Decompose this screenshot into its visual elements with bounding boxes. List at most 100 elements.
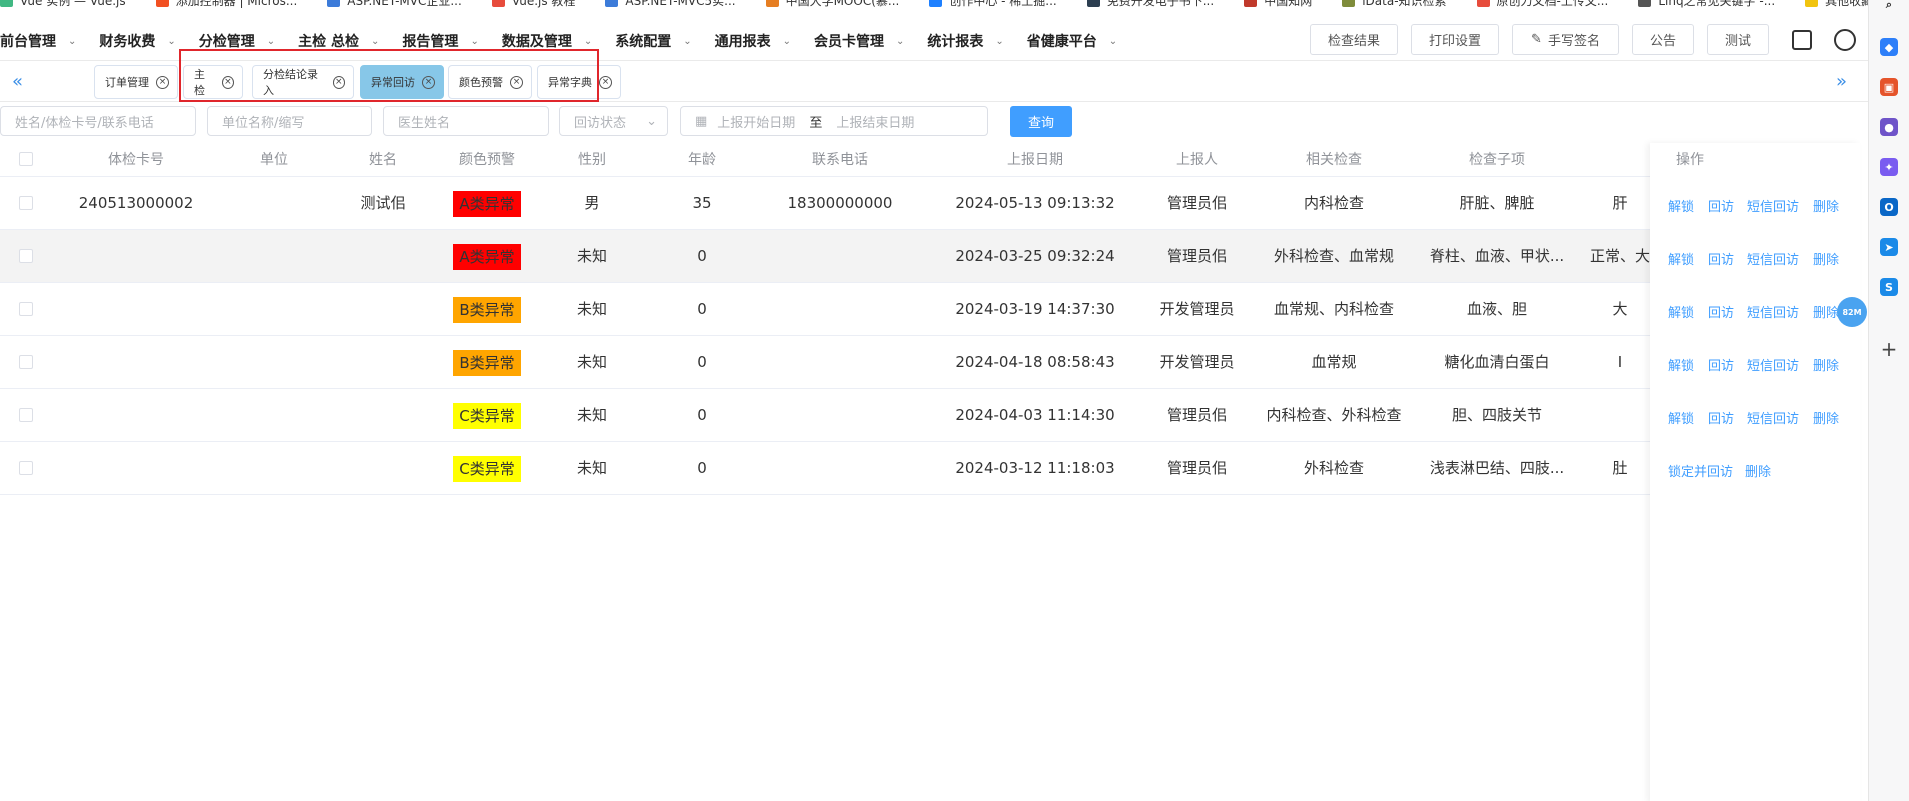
table-row[interactable]: C类异常 未知 0 2024-04-03 11:14:30 管理员佀 内科检查、外科检查 胆… [0,389,1860,442]
bookmark-item[interactable]: 其他收藏夹 [1805,0,1868,9]
notice-button[interactable]: 公告 [1632,24,1694,55]
nav-menu-item[interactable]: 财务收费 ⌄ [99,31,184,51]
column-header[interactable]: 姓名 [338,143,428,177]
column-header[interactable]: 检查子项 [1417,143,1577,177]
bookmark-item[interactable]: ASP.NET-MVC5实... [605,0,736,9]
bookmark-item[interactable]: Vue 实例 — Vue.js [0,0,126,9]
unit-search-input[interactable]: 单位名称/缩写 [207,106,372,136]
row-checkbox[interactable] [19,249,33,263]
bookmark-item[interactable]: ASP.NET-MVC企业... [327,0,462,9]
bookmark-item[interactable]: 中国大学MOOC(慕... [765,0,899,9]
row-checkbox[interactable] [19,302,33,316]
row-action-link[interactable]: 解锁 [1668,249,1694,268]
nav-menu-item[interactable]: 通用报表 ⌄ [715,31,800,51]
user-avatar-icon[interactable] [1834,28,1856,51]
query-button[interactable]: 查询 [1010,106,1072,137]
close-icon[interactable]: × [332,75,345,89]
nav-menu-item[interactable]: 报告管理 ⌄ [402,31,487,51]
test-button[interactable]: 测试 [1707,24,1769,55]
scroll-left-icon[interactable]: « [12,71,23,92]
nav-menu-item[interactable]: 统计报表 ⌄ [927,31,1012,51]
handwritten-signature-button[interactable]: ✎ 手写签名 [1512,24,1619,55]
tab-item[interactable]: 颜色预警 × [448,65,532,99]
row-action-link[interactable]: 删除 [1813,355,1839,374]
row-action-link[interactable]: 解锁 [1668,355,1694,374]
column-header[interactable]: 性别 [557,143,627,177]
bookmark-item[interactable]: 免费开发电子书下... [1086,0,1214,9]
row-action-link[interactable]: 短信回访 [1747,196,1799,215]
column-header[interactable]: 体检卡号 [51,143,221,177]
row-action-link[interactable]: 删除 [1813,408,1839,427]
tab-item[interactable]: 异常回访 × [360,65,444,99]
print-settings-button[interactable]: 打印设置 [1411,24,1499,55]
notification-icon[interactable] [1792,29,1812,50]
toolbox-icon[interactable]: ▣ [1880,78,1898,96]
close-icon[interactable]: × [422,75,435,89]
scroll-right-icon[interactable]: » [1836,71,1847,92]
row-action-link[interactable]: 删除 [1813,249,1839,268]
send-icon[interactable]: ➤ [1880,238,1898,256]
nav-menu-item[interactable]: 会员卡管理 ⌄ [814,31,913,51]
row-checkbox[interactable] [19,408,33,422]
name-search-input[interactable]: 姓名/体检卡号/联系电话 [0,106,196,136]
nav-menu-item[interactable]: 省健康平台 ⌄ [1027,31,1126,51]
close-icon[interactable]: × [599,75,612,89]
bookmark-item[interactable]: 添加控制器 | Micros... [155,0,297,9]
nav-menu-item[interactable]: 前台管理 ⌄ [0,31,85,51]
row-action-link[interactable]: 删除 [1813,196,1839,215]
nav-menu-item[interactable]: 分检管理 ⌄ [199,31,284,51]
nav-menu-item[interactable]: 主检 总检 ⌄ [298,31,388,51]
bookmark-item[interactable]: 原创力文档-上传文... [1476,0,1608,9]
add-icon[interactable]: + [1880,337,1898,361]
row-checkbox[interactable] [19,196,33,210]
close-icon[interactable]: × [156,75,169,89]
row-action-link[interactable]: 解锁 [1668,408,1694,427]
doctor-search-input[interactable]: 医生姓名 [383,106,549,136]
close-icon[interactable]: × [510,75,523,89]
skype-icon[interactable]: S [1880,278,1898,296]
column-header[interactable]: 上报人 [1142,143,1252,177]
column-header[interactable]: 颜色预警 [432,143,542,177]
row-action-link[interactable]: 回访 [1708,196,1734,215]
row-action-link[interactable]: 锁定并回访 [1668,461,1733,480]
row-action-link[interactable]: 删除 [1745,461,1771,480]
row-action-link[interactable]: 短信回访 [1747,408,1799,427]
row-action-link[interactable]: 解锁 [1668,302,1694,321]
bookmark-item[interactable]: iData-知识检索 [1342,0,1447,9]
bookmark-item[interactable]: Vue.js 教程 [491,0,575,9]
copilot-icon[interactable]: ✦ [1880,158,1898,176]
nav-menu-item[interactable]: 数据及管理 ⌄ [502,31,601,51]
people-icon[interactable]: ● [1880,118,1898,136]
row-action-link[interactable]: 回访 [1708,302,1734,321]
tab-item[interactable]: 订单管理 × [94,65,178,99]
status-select[interactable]: 回访状态 ⌄ [559,106,668,136]
column-header[interactable]: 相关检查 [1254,143,1414,177]
row-action-link[interactable]: 回访 [1708,408,1734,427]
nav-menu-item[interactable]: 系统配置 ⌄ [615,31,700,51]
column-header[interactable]: 上报日期 [940,143,1130,177]
check-results-button[interactable]: 检查结果 [1310,24,1398,55]
row-checkbox[interactable] [19,461,33,475]
outlook-icon[interactable]: O [1880,198,1898,216]
row-action-link[interactable]: 回访 [1708,249,1734,268]
close-icon[interactable]: × [221,75,234,89]
row-action-link[interactable]: 回访 [1708,355,1734,374]
tab-item[interactable]: 主检 × [183,65,243,99]
row-action-link[interactable]: 解锁 [1668,196,1694,215]
bookmark-item[interactable]: 创作中心 - 稀土掘... [929,0,1057,9]
date-range-picker[interactable]: ▦ 上报开始日期 至 上报结束日期 [680,106,988,136]
row-action-link[interactable]: 短信回访 [1747,249,1799,268]
row-action-link[interactable]: 短信回访 [1747,355,1799,374]
float-badge[interactable]: 82M [1837,297,1867,327]
table-row[interactable]: A类异常 未知 0 2024-03-25 09:32:24 管理员佀 外科检查、血常规 脊柱… [0,230,1860,283]
row-action-link[interactable]: 删除 [1813,302,1839,321]
search-icon[interactable]: ⌕ [1880,0,1898,14]
row-checkbox[interactable] [19,355,33,369]
tab-item[interactable]: 分检结论录入 × [252,65,354,99]
column-header[interactable]: 单位 [234,143,314,177]
row-action-link[interactable]: 短信回访 [1747,302,1799,321]
table-row[interactable]: C类异常 未知 0 2024-03-12 11:18:03 管理员佀 外科检查 浅表淋巴结、… [0,442,1860,495]
tag-icon[interactable]: ◆ [1880,38,1898,56]
tab-item[interactable]: 异常字典 × [537,65,621,99]
bookmark-item[interactable]: Linq之常见关键字 -... [1638,0,1775,9]
